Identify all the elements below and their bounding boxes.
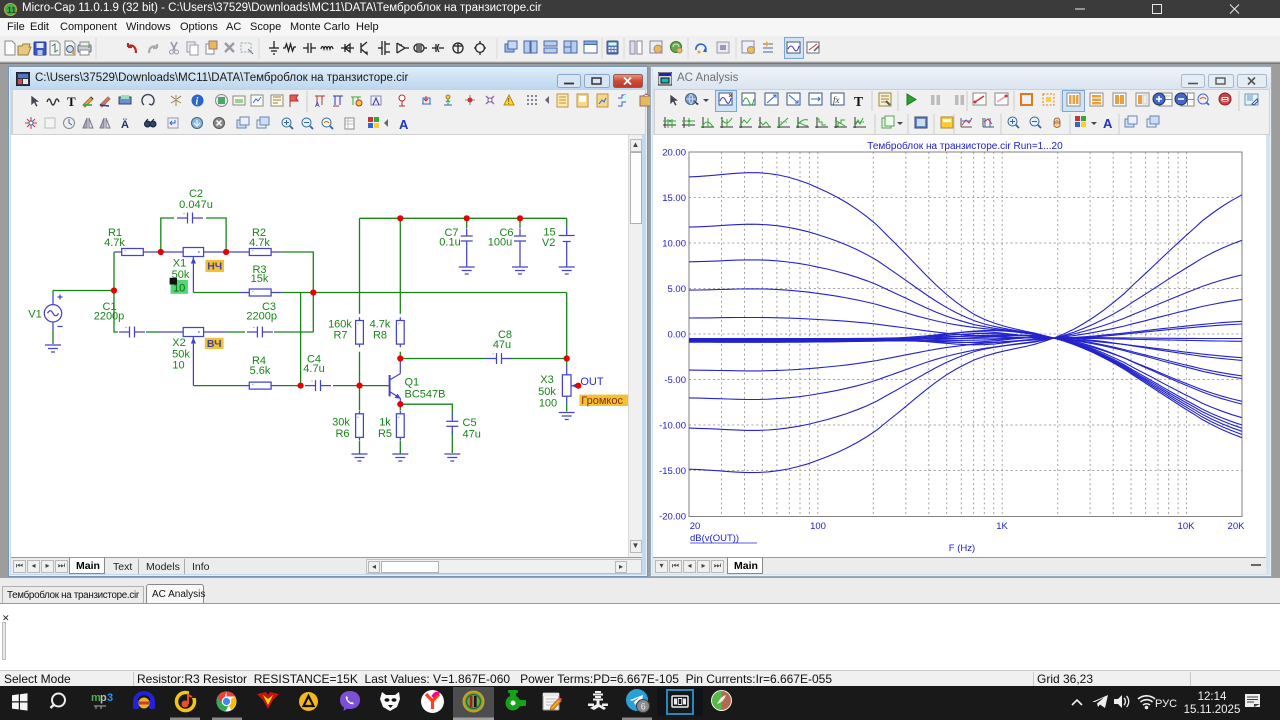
svg-text:-15.00: -15.00 <box>659 466 686 477</box>
svg-text:V2: V2 <box>542 237 555 249</box>
svg-text:dB(v(OUT)): dB(v(OUT)) <box>690 533 739 544</box>
svg-text:1k: 1k <box>379 417 391 429</box>
svg-text:20.00: 20.00 <box>662 148 686 159</box>
svg-text:15.00: 15.00 <box>662 193 686 204</box>
svg-text:X1: X1 <box>173 258 186 270</box>
svg-text:100u: 100u <box>488 237 512 249</box>
svg-text:T: T <box>854 94 863 109</box>
svg-text:50k: 50k <box>538 386 556 398</box>
svg-text:C5: C5 <box>463 417 477 429</box>
svg-text:Громкос: Громкос <box>581 395 623 407</box>
svg-text:V1: V1 <box>28 308 41 320</box>
svg-text:1K: 1K <box>996 521 1008 532</box>
svg-text:0.1u: 0.1u <box>439 237 460 249</box>
svg-text:20K: 20K <box>1228 521 1246 532</box>
svg-text:0.00: 0.00 <box>668 330 687 341</box>
svg-text:4.7k: 4.7k <box>249 237 270 249</box>
svg-text:i: i <box>196 97 199 108</box>
svg-text:BC547B: BC547B <box>405 389 446 401</box>
svg-text:4.7k: 4.7k <box>104 237 125 249</box>
svg-text:5.6k: 5.6k <box>250 365 271 377</box>
svg-text:X3: X3 <box>540 374 553 386</box>
svg-text:0.047u: 0.047u <box>179 199 213 211</box>
svg-text:10K: 10K <box>1178 521 1196 532</box>
svg-text:РУС: РУС <box>1155 698 1177 710</box>
svg-text:30k: 30k <box>332 417 350 429</box>
svg-text:3: 3 <box>107 692 113 704</box>
svg-text:НЧ: НЧ <box>207 261 222 273</box>
svg-text:R5: R5 <box>378 428 392 440</box>
svg-text:20: 20 <box>690 521 701 532</box>
svg-text:47u: 47u <box>463 429 481 441</box>
svg-text:!: ! <box>508 97 510 106</box>
svg-text:47u: 47u <box>493 339 511 351</box>
svg-text:-10.00: -10.00 <box>659 421 686 432</box>
svg-text:10: 10 <box>172 360 184 372</box>
svg-text:F (Hz): F (Hz) <box>949 543 975 554</box>
svg-text:-20.00: -20.00 <box>659 512 686 523</box>
svg-text:A: A <box>315 102 320 109</box>
svg-text:fx: fx <box>833 95 840 105</box>
svg-text:15.11.2025: 15.11.2025 <box>1184 704 1241 716</box>
svg-text:Q1: Q1 <box>405 377 420 389</box>
svg-text:Темброблок на транзисторе.cir: Темброблок на транзисторе.cir Run=1...20 <box>867 140 1063 152</box>
svg-text:10.00: 10.00 <box>662 239 686 250</box>
svg-text:50k: 50k <box>172 269 190 281</box>
svg-text:R7: R7 <box>333 330 347 342</box>
svg-text:100: 100 <box>539 398 557 410</box>
svg-text:-5.00: -5.00 <box>664 375 686 386</box>
svg-text:12:14: 12:14 <box>1198 691 1227 703</box>
svg-text:4.7u: 4.7u <box>303 363 324 375</box>
svg-text:100: 100 <box>810 521 826 532</box>
svg-text:2200p: 2200p <box>246 311 277 323</box>
svg-text:OUT: OUT <box>580 376 604 388</box>
svg-text:15k: 15k <box>251 273 269 285</box>
svg-text:A: A <box>399 117 409 132</box>
svg-text:R8: R8 <box>373 330 387 342</box>
svg-text:ВЧ: ВЧ <box>207 338 222 350</box>
svg-text:R6: R6 <box>335 428 349 440</box>
svg-text:T: T <box>67 94 76 109</box>
svg-text:A: A <box>1103 116 1113 131</box>
svg-text:Ӓ: Ӓ <box>121 118 129 131</box>
svg-text:2200p: 2200p <box>94 311 125 323</box>
svg-text:p: p <box>100 692 107 704</box>
svg-text:5.00: 5.00 <box>668 284 687 295</box>
svg-text:6: 6 <box>641 702 646 712</box>
svg-text:X2: X2 <box>172 337 185 349</box>
